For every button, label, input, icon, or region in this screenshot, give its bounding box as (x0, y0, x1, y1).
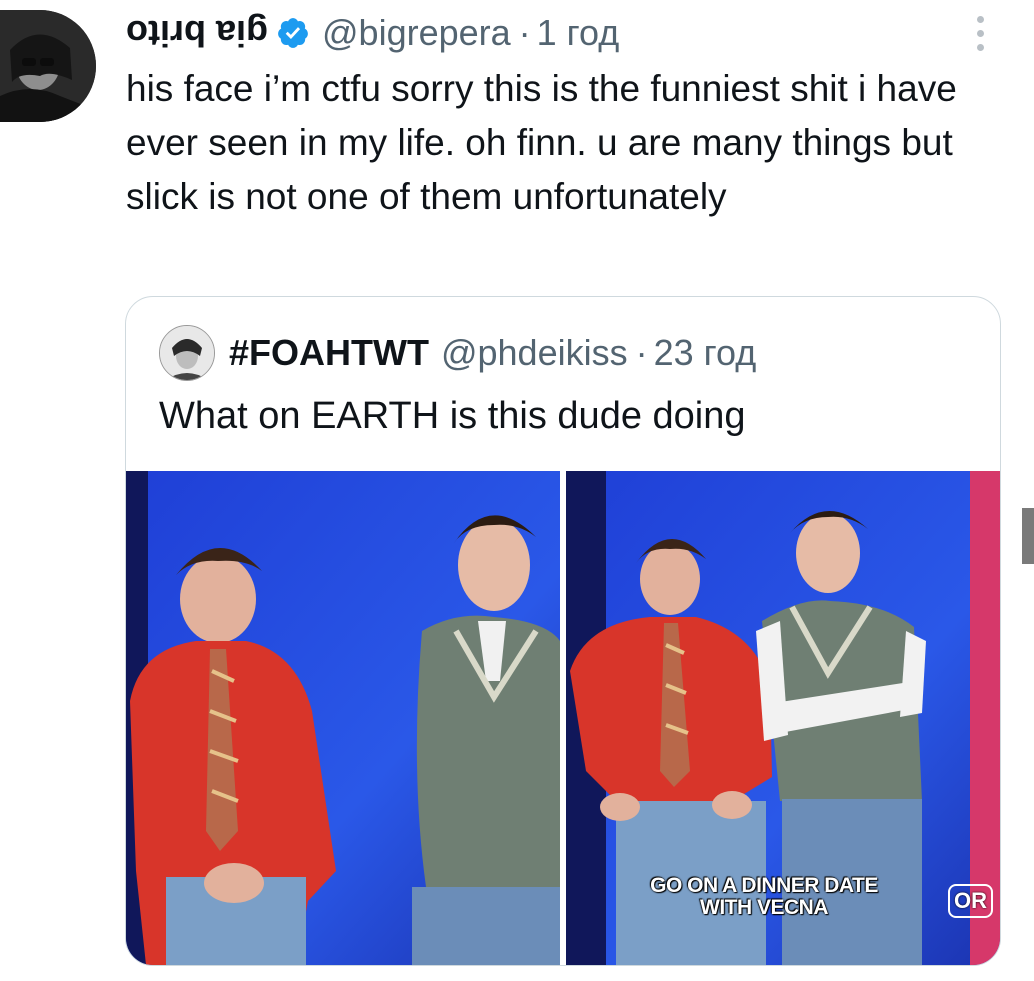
author-handle[interactable]: @bigrepera (322, 12, 511, 54)
tweet-timestamp[interactable]: 1 год (537, 12, 620, 54)
scrollbar-thumb[interactable] (1022, 508, 1034, 564)
quoted-tweet-header: #FOAHTWT @phdeikiss · 23 год (159, 324, 756, 382)
media-image-right[interactable]: GO ON A DINNER DATE WITH VECNA OR (566, 471, 1000, 965)
tweet[interactable]: gia brito @bigrepera · 1 год his face i’… (0, 0, 1034, 981)
quoted-tweet-media[interactable]: GO ON A DINNER DATE WITH VECNA OR (126, 471, 1000, 965)
quoted-tweet-timestamp: 23 год (653, 332, 757, 373)
tweet-text: his face i’m ctfu sorry this is the funn… (126, 68, 957, 217)
tweet-header: gia brito @bigrepera · 1 год (126, 6, 619, 60)
separator-dot: · (518, 12, 531, 53)
author-display-name[interactable]: gia brito (126, 13, 268, 54)
video-caption: GO ON A DINNER DATE WITH VECNA (650, 874, 878, 919)
author-avatar[interactable] (0, 10, 96, 122)
more-options-icon[interactable] (968, 16, 992, 56)
quoted-tweet-text: What on EARTH is this dude doing (159, 395, 746, 437)
quoted-author-handle: @phdeikiss (440, 332, 628, 373)
separator-dot: · (635, 332, 648, 373)
corner-badge: OR (948, 884, 993, 918)
quoted-author-avatar (159, 325, 215, 381)
verified-badge-icon (276, 16, 310, 50)
quoted-author-display-name: #FOAHTWT (229, 332, 429, 373)
media-image-left[interactable] (126, 471, 560, 965)
quoted-tweet-card[interactable]: #FOAHTWT @phdeikiss · 23 год What on EAR… (125, 296, 1001, 966)
